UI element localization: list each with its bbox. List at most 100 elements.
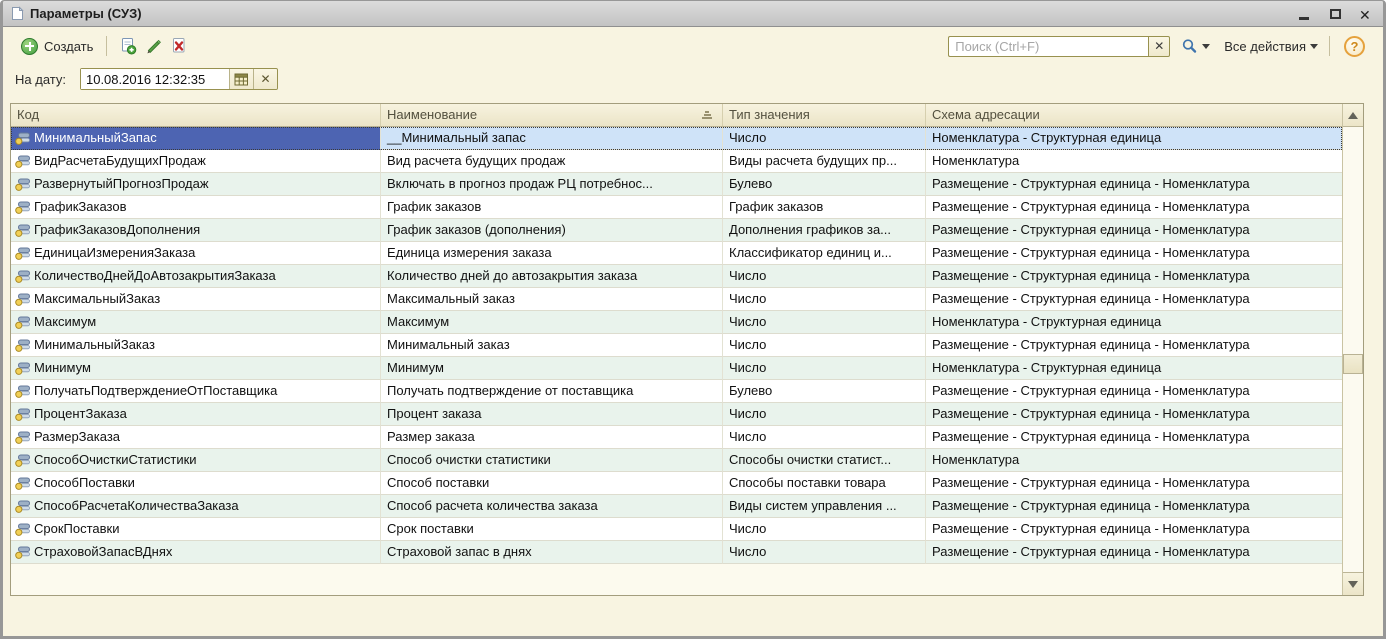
cell-scheme[interactable]: Размещение - Структурная единица - Номен… bbox=[926, 265, 1342, 288]
date-clear-button[interactable]: ✕ bbox=[253, 69, 277, 89]
delete-button[interactable] bbox=[167, 34, 191, 58]
cell-scheme[interactable]: Номенклатура bbox=[926, 150, 1342, 173]
table-row[interactable]: СрокПоставкиСрок поставкиЧислоРазмещение… bbox=[11, 518, 1342, 541]
cell-type[interactable]: Число bbox=[723, 127, 926, 150]
scrollbar-thumb[interactable] bbox=[1343, 354, 1363, 374]
search-clear-button[interactable]: ✕ bbox=[1148, 36, 1170, 57]
column-header-scheme[interactable]: Схема адресации bbox=[926, 104, 1342, 126]
column-header-type[interactable]: Тип значения bbox=[723, 104, 926, 126]
calendar-button[interactable] bbox=[229, 69, 253, 89]
table-row[interactable]: РазвернутыйПрогнозПродажВключать в прогн… bbox=[11, 173, 1342, 196]
cell-scheme[interactable]: Размещение - Структурная единица - Номен… bbox=[926, 518, 1342, 541]
cell-code[interactable]: ВидРасчетаБудущихПродаж bbox=[11, 150, 381, 173]
column-header-code[interactable]: Код bbox=[11, 104, 381, 126]
cell-code[interactable]: МинимальныйЗаказ bbox=[11, 334, 381, 357]
cell-code[interactable]: Минимум bbox=[11, 357, 381, 380]
search-input[interactable] bbox=[948, 36, 1148, 57]
cell-scheme[interactable]: Номенклатура - Структурная единица bbox=[926, 357, 1342, 380]
cell-type[interactable]: Число bbox=[723, 311, 926, 334]
minimize-button[interactable] bbox=[1297, 7, 1311, 21]
cell-code[interactable]: ГрафикЗаказовДополнения bbox=[11, 219, 381, 242]
cell-name[interactable]: Максимум bbox=[381, 311, 723, 334]
cell-scheme[interactable]: Номенклатура - Структурная единица bbox=[926, 127, 1342, 150]
table-row[interactable]: ГрафикЗаказовДополненияГрафик заказов (д… bbox=[11, 219, 1342, 242]
cell-type[interactable]: Виды расчета будущих пр... bbox=[723, 150, 926, 173]
cell-name[interactable]: Минимум bbox=[381, 357, 723, 380]
cell-name[interactable]: Процент заказа bbox=[381, 403, 723, 426]
cell-code[interactable]: СпособПоставки bbox=[11, 472, 381, 495]
cell-scheme[interactable]: Размещение - Структурная единица - Номен… bbox=[926, 495, 1342, 518]
cell-scheme[interactable]: Номенклатура bbox=[926, 449, 1342, 472]
cell-type[interactable]: Число bbox=[723, 426, 926, 449]
cell-scheme[interactable]: Размещение - Структурная единица - Номен… bbox=[926, 472, 1342, 495]
cell-name[interactable]: Срок поставки bbox=[381, 518, 723, 541]
cell-name[interactable]: Включать в прогноз продаж РЦ потребнос..… bbox=[381, 173, 723, 196]
cell-name[interactable]: Единица измерения заказа bbox=[381, 242, 723, 265]
cell-code[interactable]: ЕдиницаИзмеренияЗаказа bbox=[11, 242, 381, 265]
cell-type[interactable]: Число bbox=[723, 334, 926, 357]
cell-type[interactable]: Число bbox=[723, 403, 926, 426]
cell-type[interactable]: Число bbox=[723, 265, 926, 288]
search-options-button[interactable] bbox=[1179, 36, 1212, 56]
create-button[interactable]: Создать bbox=[15, 36, 99, 57]
cell-name[interactable]: График заказов bbox=[381, 196, 723, 219]
cell-scheme[interactable]: Размещение - Структурная единица - Номен… bbox=[926, 380, 1342, 403]
column-header-name[interactable]: Наименование bbox=[381, 104, 723, 126]
cell-code[interactable]: СтраховойЗапасВДнях bbox=[11, 541, 381, 564]
edit-button[interactable] bbox=[141, 34, 165, 58]
cell-scheme[interactable]: Размещение - Структурная единица - Номен… bbox=[926, 219, 1342, 242]
cell-name[interactable]: Способ расчета количества заказа bbox=[381, 495, 723, 518]
table-row[interactable]: МаксимальныйЗаказМаксимальный заказЧисло… bbox=[11, 288, 1342, 311]
cell-code[interactable]: КоличествоДнейДоАвтозакрытияЗаказа bbox=[11, 265, 381, 288]
cell-name[interactable]: Получать подтверждение от поставщика bbox=[381, 380, 723, 403]
table-row[interactable]: СпособОчисткиСтатистикиСпособ очистки ст… bbox=[11, 449, 1342, 472]
cell-scheme[interactable]: Размещение - Структурная единица - Номен… bbox=[926, 403, 1342, 426]
cell-type[interactable]: Число bbox=[723, 288, 926, 311]
cell-code[interactable]: ПолучатьПодтверждениеОтПоставщика bbox=[11, 380, 381, 403]
cell-type[interactable]: Способы очистки статист... bbox=[723, 449, 926, 472]
table-row[interactable]: ПроцентЗаказаПроцент заказаЧислоРазмещен… bbox=[11, 403, 1342, 426]
cell-type[interactable]: Число bbox=[723, 518, 926, 541]
cell-code[interactable]: СрокПоставки bbox=[11, 518, 381, 541]
cell-type[interactable]: Число bbox=[723, 541, 926, 564]
cell-name[interactable]: График заказов (дополнения) bbox=[381, 219, 723, 242]
cell-type[interactable]: Виды систем управления ... bbox=[723, 495, 926, 518]
table-row[interactable]: МинимальныйЗапас__Минимальный запасЧисло… bbox=[11, 127, 1342, 150]
cell-type[interactable]: Классификатор единиц и... bbox=[723, 242, 926, 265]
scrollbar-track[interactable] bbox=[1343, 127, 1363, 572]
cell-name[interactable]: __Минимальный запас bbox=[381, 127, 723, 150]
cell-type[interactable]: График заказов bbox=[723, 196, 926, 219]
date-input[interactable] bbox=[81, 69, 229, 89]
cell-scheme[interactable]: Размещение - Структурная единица - Номен… bbox=[926, 426, 1342, 449]
table-row[interactable]: ПолучатьПодтверждениеОтПоставщикаПолучат… bbox=[11, 380, 1342, 403]
cell-name[interactable]: Минимальный заказ bbox=[381, 334, 723, 357]
table-row[interactable]: КоличествоДнейДоАвтозакрытияЗаказаКоличе… bbox=[11, 265, 1342, 288]
cell-name[interactable]: Количество дней до автозакрытия заказа bbox=[381, 265, 723, 288]
cell-code[interactable]: ПроцентЗаказа bbox=[11, 403, 381, 426]
cell-name[interactable]: Вид расчета будущих продаж bbox=[381, 150, 723, 173]
cell-scheme[interactable]: Размещение - Структурная единица - Номен… bbox=[926, 288, 1342, 311]
cell-code[interactable]: Максимум bbox=[11, 311, 381, 334]
table-row[interactable]: МинимальныйЗаказМинимальный заказЧислоРа… bbox=[11, 334, 1342, 357]
table-row[interactable]: МаксимумМаксимумЧислоНоменклатура - Стру… bbox=[11, 311, 1342, 334]
cell-code[interactable]: ГрафикЗаказов bbox=[11, 196, 381, 219]
cell-name[interactable]: Страховой запас в днях bbox=[381, 541, 723, 564]
cell-code[interactable]: МаксимальныйЗаказ bbox=[11, 288, 381, 311]
scroll-up-button[interactable] bbox=[1343, 104, 1363, 127]
cell-scheme[interactable]: Номенклатура - Структурная единица bbox=[926, 311, 1342, 334]
close-button[interactable]: ✕ bbox=[1359, 7, 1373, 21]
cell-code[interactable]: МинимальныйЗапас bbox=[11, 127, 381, 150]
table-row[interactable]: СпособПоставкиСпособ поставкиСпособы пос… bbox=[11, 472, 1342, 495]
vertical-scrollbar[interactable] bbox=[1342, 104, 1363, 595]
table-row[interactable]: СпособРасчетаКоличестваЗаказаСпособ расч… bbox=[11, 495, 1342, 518]
cell-code[interactable]: РазвернутыйПрогнозПродаж bbox=[11, 173, 381, 196]
table-row[interactable]: ГрафикЗаказовГрафик заказовГрафик заказо… bbox=[11, 196, 1342, 219]
cell-scheme[interactable]: Размещение - Структурная единица - Номен… bbox=[926, 196, 1342, 219]
cell-name[interactable]: Максимальный заказ bbox=[381, 288, 723, 311]
copy-button[interactable] bbox=[115, 34, 139, 58]
titlebar[interactable]: Параметры (СУЗ) ✕ bbox=[3, 1, 1383, 27]
cell-code[interactable]: СпособОчисткиСтатистики bbox=[11, 449, 381, 472]
help-button[interactable]: ? bbox=[1344, 36, 1365, 57]
maximize-button[interactable] bbox=[1328, 7, 1342, 21]
cell-scheme[interactable]: Размещение - Структурная единица - Номен… bbox=[926, 173, 1342, 196]
